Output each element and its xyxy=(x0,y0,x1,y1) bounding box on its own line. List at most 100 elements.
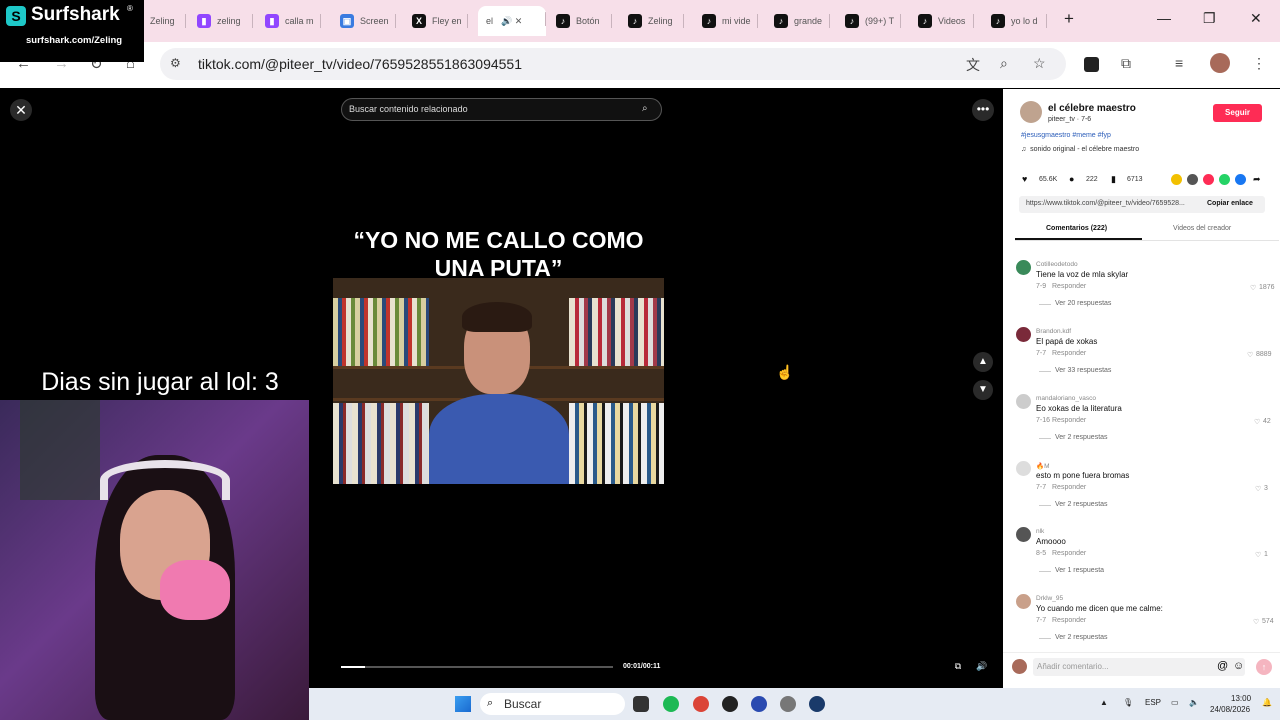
progress-track[interactable] xyxy=(341,666,613,668)
next-video-icon[interactable]: ▼ xyxy=(973,380,993,400)
embed-icon[interactable] xyxy=(1187,174,1198,185)
mention-icon[interactable]: @ xyxy=(1217,660,1228,672)
close-window-icon[interactable]: ✕ xyxy=(1250,10,1262,27)
clock-date[interactable]: 24/08/2026 xyxy=(1210,705,1250,714)
comment-user[interactable]: nlk xyxy=(1036,528,1044,535)
reply-button[interactable]: Responder xyxy=(1052,484,1086,491)
author-avatar[interactable] xyxy=(1020,101,1042,123)
tab-0[interactable]: Zeling xyxy=(144,8,186,34)
translate-icon[interactable]: 文 xyxy=(966,55,980,75)
comment-avatar[interactable] xyxy=(1016,394,1031,409)
comment-user[interactable]: Cotilleodetodo xyxy=(1036,261,1078,268)
share-friends-icon[interactable] xyxy=(1171,174,1182,185)
reply-button[interactable]: Responder xyxy=(1052,550,1086,557)
taskbar-search[interactable] xyxy=(480,693,625,715)
windows-start-icon[interactable] xyxy=(455,696,471,712)
view-replies-button[interactable]: Ver 2 respuestas xyxy=(1055,634,1108,641)
tab-9[interactable]: ♪ grande xyxy=(768,8,830,34)
comment-heart-icon[interactable]: ♡ xyxy=(1250,284,1256,292)
network-icon[interactable]: ▭ xyxy=(1171,698,1179,707)
search-icon[interactable]: ⌕ xyxy=(642,103,648,114)
comment-heart-icon[interactable]: ♡ xyxy=(1253,618,1259,626)
reply-button[interactable]: Responder xyxy=(1052,417,1086,424)
bookmark-star-icon[interactable]: ☆ xyxy=(1033,55,1046,72)
task-view-icon[interactable] xyxy=(633,696,649,712)
comment-avatar[interactable] xyxy=(1016,527,1031,542)
sound-label[interactable]: ♫ sonido original - el célebre maestro xyxy=(1021,146,1139,153)
view-replies-button[interactable]: Ver 2 respuestas xyxy=(1055,434,1108,441)
more-options-icon[interactable]: ••• xyxy=(972,99,994,121)
video-link[interactable]: https://www.tiktok.com/@piteer_tv/video/… xyxy=(1026,200,1185,207)
app-icon[interactable] xyxy=(751,696,767,712)
media-control-icon[interactable]: ≡ xyxy=(1175,55,1183,71)
close-video-icon[interactable]: ✕ xyxy=(10,99,32,121)
comment-avatar[interactable] xyxy=(1016,594,1031,609)
comment-user[interactable]: mandaloriano_vasco xyxy=(1036,395,1096,402)
restore-icon[interactable]: ❐ xyxy=(1203,10,1216,27)
reply-button[interactable]: Responder xyxy=(1052,283,1086,290)
author-name[interactable]: el célebre maestro xyxy=(1048,103,1136,114)
previous-video-icon[interactable]: ▲ xyxy=(973,352,993,372)
profile-avatar[interactable] xyxy=(1210,53,1230,73)
notifications-icon[interactable]: 🔔 xyxy=(1262,698,1272,707)
heart-icon[interactable]: ♥ xyxy=(1022,174,1027,184)
tab-audio-close-icon[interactable]: 🔊 ✕ xyxy=(501,16,522,27)
comment-user[interactable]: Drklw_95 xyxy=(1036,595,1063,602)
tab-5[interactable]: el 🔊 ✕ xyxy=(478,6,546,36)
zoom-icon[interactable]: ⌕ xyxy=(1000,55,1008,72)
follow-button[interactable]: Seguir xyxy=(1213,104,1262,122)
browser-menu-icon[interactable]: ⋮ xyxy=(1252,55,1266,72)
language-indicator[interactable]: ESP xyxy=(1145,698,1161,707)
tab-10[interactable]: ♪ (99+) T xyxy=(839,8,901,34)
comment-icon[interactable]: ● xyxy=(1069,174,1074,184)
site-settings-icon[interactable]: ⚙ xyxy=(170,56,181,70)
comment-heart-icon[interactable]: ♡ xyxy=(1255,485,1261,493)
tab-4[interactable]: X Fley en xyxy=(406,8,468,34)
tab-creator-videos[interactable]: Videos del creador xyxy=(1173,225,1231,232)
hashtags[interactable]: #jesusgmaestro #meme #fyp xyxy=(1021,132,1111,139)
microphone-icon[interactable]: 🎙 xyxy=(1123,698,1133,707)
tab-1[interactable]: ▮ zeling xyxy=(191,8,253,34)
tab-7[interactable]: ♪ Zeling xyxy=(622,8,684,34)
share-arrow-icon[interactable]: ➦ xyxy=(1253,174,1261,185)
view-replies-button[interactable]: Ver 20 respuestas xyxy=(1055,300,1111,307)
whatsapp-icon[interactable] xyxy=(1219,174,1230,185)
clock-time[interactable]: 13:00 xyxy=(1231,694,1251,703)
tray-chevron-icon[interactable]: ▲ xyxy=(1100,698,1108,707)
view-replies-button[interactable]: Ver 1 respuesta xyxy=(1055,567,1104,574)
send-icon[interactable] xyxy=(1203,174,1214,185)
speaker-icon[interactable]: 🔈 xyxy=(1189,698,1199,707)
comment-heart-icon[interactable]: ♡ xyxy=(1255,551,1261,559)
extension-icon[interactable] xyxy=(1084,57,1099,72)
comment-avatar[interactable] xyxy=(1016,461,1031,476)
facebook-icon[interactable] xyxy=(1235,174,1246,185)
spotify-icon[interactable] xyxy=(663,696,679,712)
view-replies-button[interactable]: Ver 33 respuestas xyxy=(1055,367,1111,374)
tab-12[interactable]: ♪ yo lo d xyxy=(985,8,1047,34)
tab-comments[interactable]: Comentarios (222) xyxy=(1046,225,1107,232)
tab-3[interactable]: ▣ Screen xyxy=(334,8,396,34)
comment-heart-icon[interactable]: ♡ xyxy=(1247,351,1253,359)
copy-link-button[interactable]: Copiar enlace xyxy=(1207,200,1253,207)
chrome-icon[interactable] xyxy=(693,696,709,712)
obs-icon[interactable] xyxy=(722,696,738,712)
minimize-icon[interactable]: — xyxy=(1157,10,1171,26)
emoji-icon[interactable]: ☺ xyxy=(1233,660,1244,672)
comment-avatar[interactable] xyxy=(1016,260,1031,275)
post-comment-icon[interactable]: ↑ xyxy=(1256,659,1272,675)
comment-heart-icon[interactable]: ♡ xyxy=(1254,418,1260,426)
extensions-puzzle-icon[interactable]: ⧉ xyxy=(1121,55,1131,72)
view-replies-button[interactable]: Ver 2 respuestas xyxy=(1055,501,1108,508)
settings-icon[interactable] xyxy=(780,696,796,712)
bookmark-icon[interactable]: ▮ xyxy=(1111,174,1116,185)
comment-user[interactable]: 🔥M xyxy=(1036,462,1050,470)
reply-button[interactable]: Responder xyxy=(1052,350,1086,357)
new-tab-icon[interactable]: + xyxy=(1064,9,1074,29)
reply-button[interactable]: Responder xyxy=(1052,617,1086,624)
tab-11[interactable]: ♪ Videos xyxy=(912,8,974,34)
url-text[interactable]: tiktok.com/@piteer_tv/video/765952855186… xyxy=(198,56,522,72)
pip-icon[interactable]: ⧉ xyxy=(949,661,967,677)
tab-6[interactable]: ♪ Botón xyxy=(550,8,612,34)
comment-avatar[interactable] xyxy=(1016,327,1031,342)
steam-icon[interactable] xyxy=(809,696,825,712)
